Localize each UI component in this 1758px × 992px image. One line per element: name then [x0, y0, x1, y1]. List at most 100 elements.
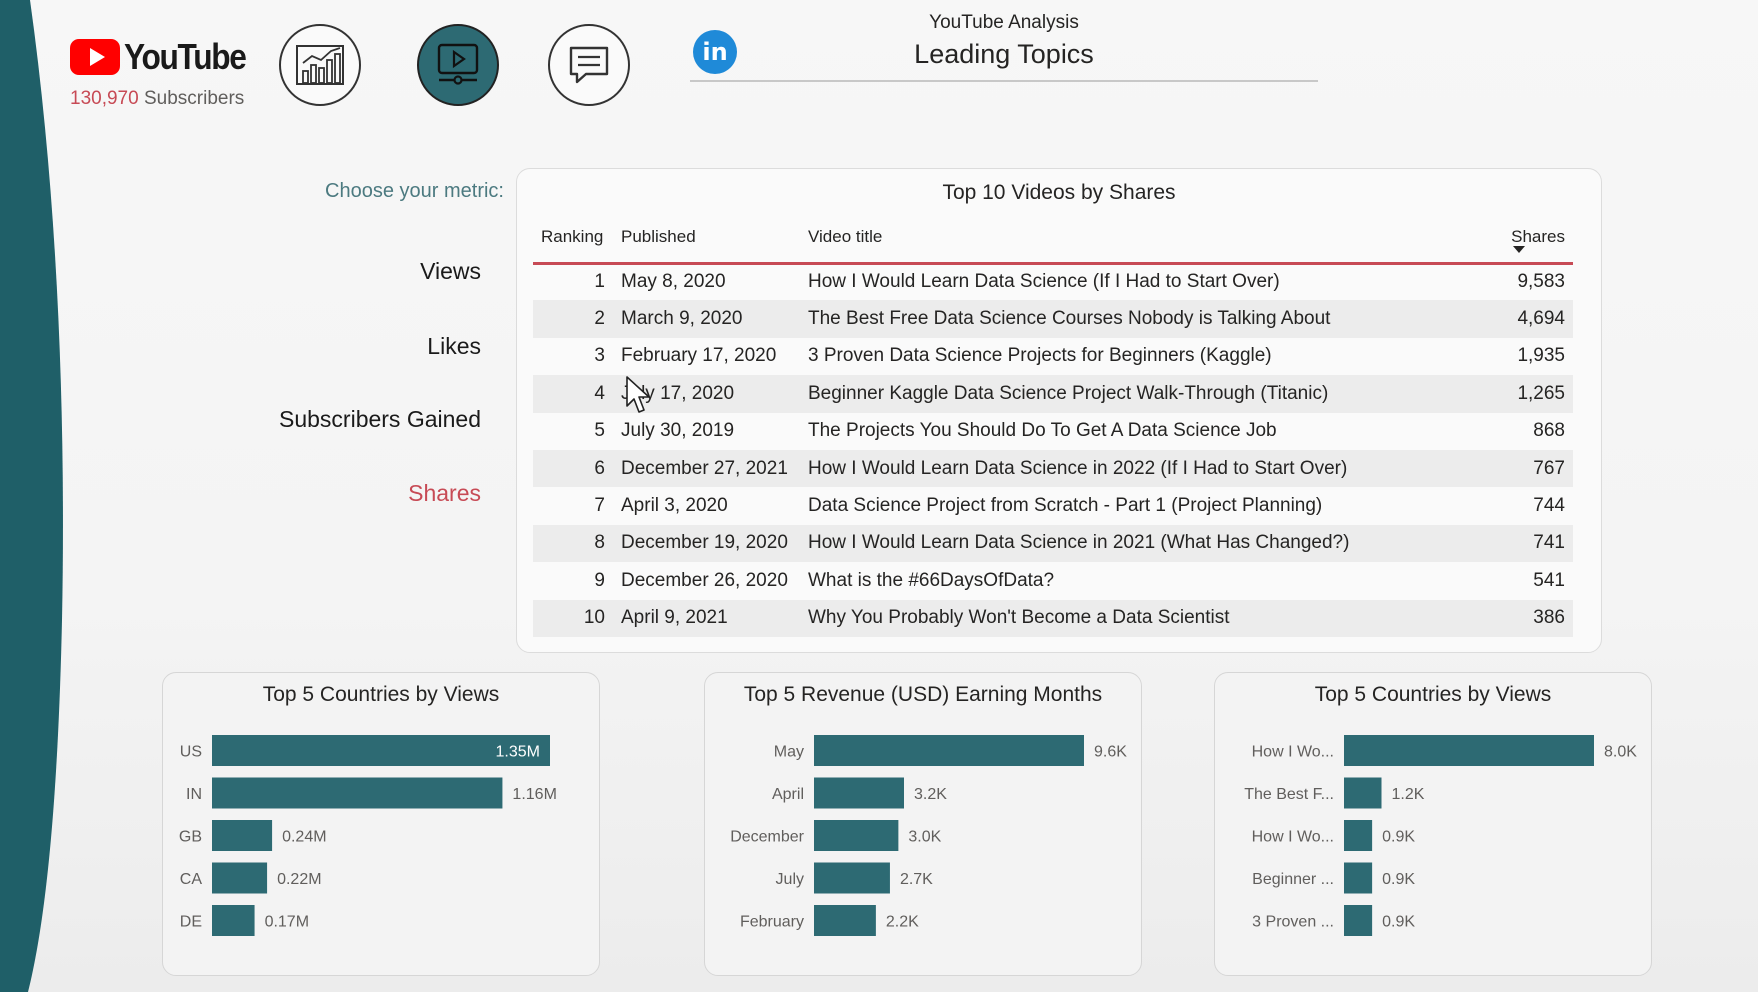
videos-views-bar-chart: How I Wo... 8.0K The Best F... 1.2K How I Wo… [1244, 735, 1637, 936]
table-row[interactable]: 4 July 17, 2020 Beginner Kaggle Data Scien… [533, 375, 1573, 413]
bar[interactable] [212, 820, 273, 851]
table-row[interactable]: 7 April 3, 2020 Data Science Project from … [533, 487, 1573, 524]
bar-category-label: Beginner ... [1252, 871, 1334, 888]
subscriber-suffix: Subscribers [138, 88, 245, 109]
bar-value-label: 1.35M [496, 744, 540, 761]
bar-value-label: 0.9K [1382, 914, 1415, 931]
cell-video-title: The Projects You Should Do To Get A Data… [808, 420, 1277, 442]
cell-shares: 9,583 [1517, 271, 1565, 293]
bar[interactable] [212, 862, 268, 894]
bar-category-label: How I Wo... [1252, 744, 1334, 761]
bar[interactable] [814, 862, 890, 894]
cell-published: April 3, 2020 [621, 495, 728, 517]
column-header-shares-label: Shares [1511, 227, 1565, 247]
bar[interactable] [212, 777, 503, 809]
bar-category-label: February [740, 914, 804, 931]
left-decorative-curve [0, 0, 63, 992]
youtube-logo: YouTube [70, 36, 262, 78]
cell-video-title: Why You Probably Won't Become a Data Sci… [800, 599, 1463, 637]
table-row[interactable]: 3 February 17, 2020 3 Proven Data Science … [533, 338, 1573, 375]
bar[interactable] [1344, 820, 1373, 851]
cell-shares: 1,265 [1463, 375, 1573, 413]
bar[interactable] [814, 735, 1084, 766]
table-row[interactable]: 2 March 9, 2020 The Best Free Data Science… [533, 300, 1573, 338]
bar[interactable] [1344, 905, 1373, 936]
cell-video-title: Data Science Project from Scratch - Part… [808, 495, 1323, 517]
bar-value-label: 8.0K [1604, 744, 1637, 761]
bar-category-label: How I Wo... [1252, 829, 1334, 846]
bar[interactable] [814, 777, 904, 809]
cell-ranking: 7 [594, 495, 605, 517]
revenue-months-chart-card: May 9.6K April 3.2K December 3.0K July 2.7K Febr… [704, 672, 1142, 976]
cell-shares: 741 [1463, 524, 1573, 563]
comments-nav-button[interactable] [548, 24, 630, 106]
bar-value-label: 0.9K [1382, 829, 1415, 846]
analytics-nav-button[interactable] [279, 24, 361, 106]
table-row[interactable]: 10 April 9, 2021 Why You Probably Won't Be… [533, 599, 1573, 637]
video-nav-button[interactable] [417, 24, 499, 106]
column-header-published[interactable]: Published [613, 213, 800, 265]
cell-ranking: 10 [533, 599, 613, 637]
chart-title: Top 5 Countries by Views [1314, 683, 1552, 706]
bar-value-label: 0.17M [265, 914, 309, 931]
metric-chooser-label: Choose your metric: [325, 180, 504, 202]
video-play-icon [437, 43, 479, 85]
comments-icon [569, 46, 609, 84]
cell-shares: 744 [1533, 495, 1565, 517]
table-body: 1 May 8, 2020 How I Would Learn Data Scien… [533, 263, 1573, 637]
analytics-chart-icon [296, 45, 344, 85]
title-divider [690, 80, 1318, 82]
bar[interactable] [1344, 735, 1594, 766]
bar[interactable] [1344, 777, 1382, 809]
top-videos-card: Top 10 Videos by Shares Ranking Publishe… [516, 168, 1602, 653]
bar[interactable] [814, 905, 876, 936]
bar-category-label: December [730, 829, 804, 846]
countries-views-bar-chart: US 1.35M IN 1.16M GB 0.24M CA 0.22M DE 0.17M [179, 735, 557, 936]
bar-value-label: 9.6K [1094, 744, 1127, 761]
cell-published: February 17, 2020 [621, 345, 777, 367]
bar-category-label: GB [179, 829, 202, 846]
cell-shares: 868 [1533, 420, 1565, 442]
chart-title: Top 5 Revenue (USD) Earning Months [743, 683, 1103, 706]
cell-ranking: 6 [533, 449, 613, 488]
metric-option-views[interactable]: Views [420, 258, 481, 285]
cell-video-title: The Best Free Data Science Courses Nobod… [800, 300, 1463, 338]
bar-category-label: July [776, 871, 804, 888]
metric-option-subscribers-gained[interactable]: Subscribers Gained [279, 406, 481, 433]
table-row[interactable]: 8 December 19, 2020 How I Would Learn Data… [533, 524, 1573, 563]
bar[interactable] [1344, 862, 1373, 894]
bar[interactable] [814, 820, 899, 851]
bar-category-label: April [772, 786, 804, 803]
bar-value-label: 0.24M [282, 829, 326, 846]
youtube-play-icon [70, 39, 120, 75]
table-row[interactable]: 5 July 30, 2019 The Projects You Should Do… [533, 413, 1573, 450]
column-header-shares[interactable]: Shares [1463, 213, 1573, 265]
subscriber-number: 130,970 [70, 88, 139, 109]
column-header-ranking[interactable]: Ranking [533, 213, 613, 265]
bar[interactable] [212, 905, 255, 936]
table-row[interactable]: 6 December 27, 2021 How I Would Learn Data… [533, 449, 1573, 488]
page-title: Leading Topics [914, 39, 1094, 69]
metric-option-likes[interactable]: Likes [427, 333, 481, 360]
cell-video-title: Beginner Kaggle Data Science Project Wal… [800, 375, 1463, 413]
subscriber-count: 130,970 Subscribers [70, 88, 244, 110]
cell-ranking: 4 [533, 375, 613, 413]
bar-category-label: The Best F... [1244, 786, 1334, 803]
videos-views-chart-card: How I Wo... 8.0K The Best F... 1.2K How I Wo… [1214, 672, 1652, 976]
bar-category-label: CA [180, 871, 203, 888]
cell-ranking: 8 [533, 524, 613, 563]
cell-shares: 541 [1533, 569, 1565, 591]
column-header-video-title[interactable]: Video title [800, 213, 1463, 265]
chart-title: Top 5 Countries by Views [262, 683, 500, 706]
table-title: Top 10 Videos by Shares [942, 181, 1176, 204]
table-row[interactable]: 9 December 26, 2020 What is the #66DaysOfD… [533, 562, 1573, 599]
cell-shares: 767 [1463, 449, 1573, 488]
bar-value-label: 3.0K [908, 829, 941, 846]
table-row[interactable]: 1 May 8, 2020 How I Would Learn Data Scien… [533, 263, 1573, 300]
cell-shares: 386 [1463, 599, 1573, 637]
cell-shares: 1,935 [1517, 345, 1565, 367]
bar-value-label: 1.2K [1392, 786, 1425, 803]
cell-ranking: 2 [533, 300, 613, 338]
metric-option-shares[interactable]: Shares [408, 480, 481, 507]
bar-value-label: 0.9K [1382, 871, 1415, 888]
